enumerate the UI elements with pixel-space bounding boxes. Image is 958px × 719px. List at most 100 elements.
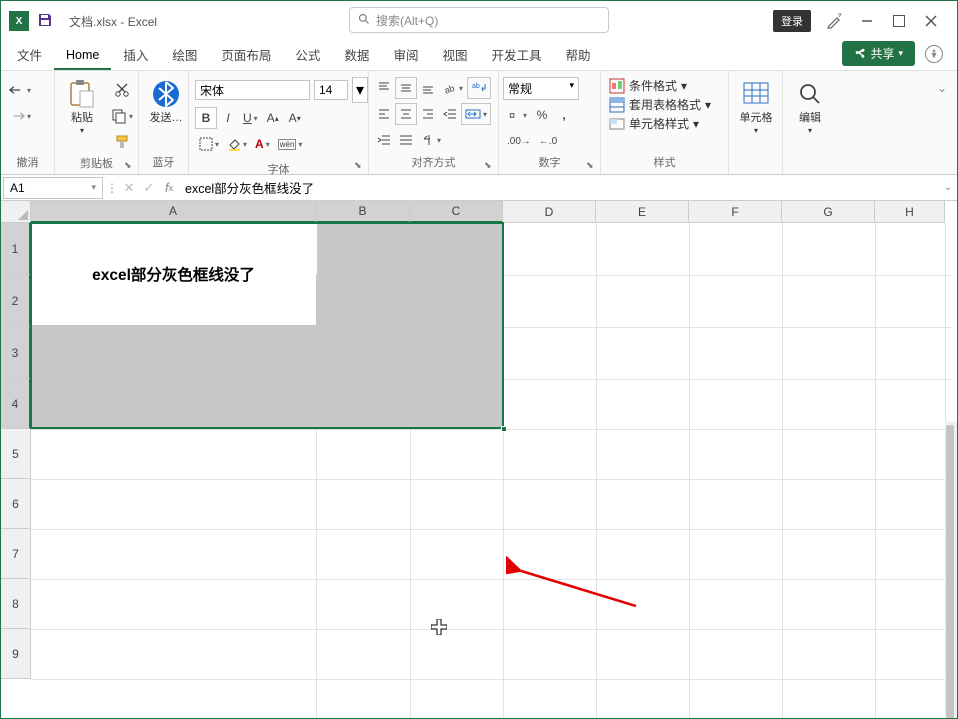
bluetooth-send-button[interactable]: 发送… xyxy=(143,75,189,127)
col-header-F[interactable]: F xyxy=(689,201,782,223)
login-button[interactable]: 登录 xyxy=(773,10,811,32)
expand-formula-bar-button[interactable]: ⌄ xyxy=(939,182,957,193)
row-header-9[interactable]: 9 xyxy=(1,629,31,679)
number-format-combo[interactable]: 常规▾ xyxy=(503,77,579,100)
search-box[interactable]: 搜索(Alt+Q) xyxy=(349,7,609,33)
scroll-thumb[interactable] xyxy=(946,425,954,718)
formula-input[interactable] xyxy=(179,177,939,199)
align-center-button[interactable] xyxy=(395,103,417,125)
row-header-7[interactable]: 7 xyxy=(1,529,31,579)
font-launcher-icon[interactable]: ⬊ xyxy=(354,160,366,172)
name-box[interactable]: A1 ▾ xyxy=(3,177,103,199)
clipboard-launcher-icon[interactable]: ⬊ xyxy=(124,160,136,172)
vertical-scrollbar[interactable] xyxy=(945,421,957,718)
comma-style-button[interactable]: , xyxy=(553,104,575,126)
decrease-decimal-button[interactable]: ←.0 xyxy=(535,130,561,152)
col-header-D[interactable]: D xyxy=(503,201,596,223)
increase-indent-button[interactable] xyxy=(373,129,395,151)
close-button[interactable] xyxy=(923,13,939,29)
increase-decimal-button[interactable]: .00→ xyxy=(503,130,535,152)
align-left-button[interactable] xyxy=(373,103,395,125)
save-icon[interactable] xyxy=(37,12,55,30)
group-label-editing xyxy=(787,156,833,172)
cells-button[interactable]: 单元格▾ xyxy=(733,75,779,139)
col-header-B[interactable]: B xyxy=(316,201,410,223)
cell-A1[interactable]: excel部分灰色框线没了 xyxy=(31,223,316,325)
tab-formulas[interactable]: 公式 xyxy=(283,39,332,70)
row-header-3[interactable]: 3 xyxy=(1,327,31,379)
row-header-1[interactable]: 1 xyxy=(1,223,31,275)
underline-button[interactable]: U▾ xyxy=(239,107,262,129)
svg-text:¤: ¤ xyxy=(509,110,515,122)
formula-bar: A1 ▾ ⋮ ✕ ✓ fx ⌄ xyxy=(1,175,957,201)
percent-button[interactable]: % xyxy=(531,104,553,126)
maximize-button[interactable] xyxy=(891,13,907,29)
number-launcher-icon[interactable]: ⬊ xyxy=(586,160,598,172)
fill-color-button[interactable]: ▾ xyxy=(223,133,251,155)
merge-center-button[interactable]: ▾ xyxy=(461,103,491,125)
align-right-button[interactable] xyxy=(417,103,439,125)
align-middle-button[interactable] xyxy=(395,77,417,99)
col-header-A[interactable]: A xyxy=(31,201,316,223)
enter-formula-button[interactable]: ✓ xyxy=(139,178,159,198)
paste-button[interactable]: 粘贴▾ xyxy=(59,75,105,139)
tab-review[interactable]: 审阅 xyxy=(381,39,430,70)
bold-button[interactable]: B xyxy=(195,107,217,129)
format-painter-button[interactable] xyxy=(110,131,134,153)
insert-function-button[interactable]: fx xyxy=(159,178,179,198)
col-header-C[interactable]: C xyxy=(410,201,503,223)
tab-insert[interactable]: 插入 xyxy=(111,39,160,70)
align-bottom-button[interactable] xyxy=(417,77,439,99)
accessibility-button[interactable] xyxy=(925,45,943,63)
row-header-2[interactable]: 2 xyxy=(1,275,31,327)
redo-button[interactable]: ▾ xyxy=(5,105,35,127)
undo-button[interactable]: ▾ xyxy=(5,79,35,101)
font-size-combo[interactable] xyxy=(314,80,348,100)
cancel-formula-button[interactable]: ✕ xyxy=(119,178,139,198)
col-header-E[interactable]: E xyxy=(596,201,689,223)
row-header-8[interactable]: 8 xyxy=(1,579,31,629)
align-top-button[interactable] xyxy=(373,77,395,99)
tab-layout[interactable]: 页面布局 xyxy=(209,39,283,70)
cut-button[interactable] xyxy=(110,79,134,101)
row-header-4[interactable]: 4 xyxy=(1,379,31,429)
orientation-button[interactable]: ab▾ xyxy=(439,77,467,99)
tab-home[interactable]: Home xyxy=(54,42,111,70)
minimize-button[interactable] xyxy=(859,13,875,29)
wrap-text-button[interactable]: ab xyxy=(467,77,491,99)
conditional-format-button[interactable]: 条件格式▾ xyxy=(609,77,711,94)
tab-draw[interactable]: 绘图 xyxy=(160,39,209,70)
row-header-6[interactable]: 6 xyxy=(1,479,31,529)
group-label-cells xyxy=(733,156,778,172)
cell-style-button[interactable]: 单元格样式▾ xyxy=(609,115,711,132)
align-launcher-icon[interactable]: ⬊ xyxy=(484,160,496,172)
col-header-H[interactable]: H xyxy=(875,201,945,223)
table-style-button[interactable]: 套用表格格式▾ xyxy=(609,96,711,113)
decrease-font-button[interactable]: A▾ xyxy=(284,107,306,129)
font-name-combo[interactable] xyxy=(195,80,310,100)
select-all-corner[interactable] xyxy=(1,201,31,223)
copy-button[interactable]: ▾ xyxy=(107,105,137,127)
increase-font-button[interactable]: A▴ xyxy=(262,107,284,129)
pen-icon[interactable] xyxy=(827,13,843,29)
tab-help[interactable]: 帮助 xyxy=(553,39,602,70)
rtl-button[interactable]: ▾ xyxy=(417,129,445,151)
group-label-number: 数字 xyxy=(503,152,596,172)
tab-data[interactable]: 数据 xyxy=(332,39,381,70)
spreadsheet-grid[interactable]: ABCDEFGH 123456789 excel部分灰色框线没了 xyxy=(1,201,957,718)
decrease-indent-button[interactable] xyxy=(439,103,461,125)
editing-button[interactable]: 编辑▾ xyxy=(787,75,833,139)
currency-button[interactable]: ¤▾ xyxy=(503,104,531,126)
tab-developer[interactable]: 开发工具 xyxy=(479,39,553,70)
italic-button[interactable]: I xyxy=(217,107,239,129)
phonetic-button[interactable]: wén▾ xyxy=(274,133,307,155)
col-header-G[interactable]: G xyxy=(782,201,875,223)
collapse-ribbon-button[interactable]: ⌄ xyxy=(931,77,953,99)
tab-file[interactable]: 文件 xyxy=(5,39,54,70)
borders-button[interactable]: ▾ xyxy=(195,133,223,155)
row-header-5[interactable]: 5 xyxy=(1,429,31,479)
share-button[interactable]: 共享 ▾ xyxy=(842,41,915,66)
indent-button[interactable] xyxy=(395,129,417,151)
font-color-button[interactable]: A▾ xyxy=(251,133,274,155)
tab-view[interactable]: 视图 xyxy=(430,39,479,70)
